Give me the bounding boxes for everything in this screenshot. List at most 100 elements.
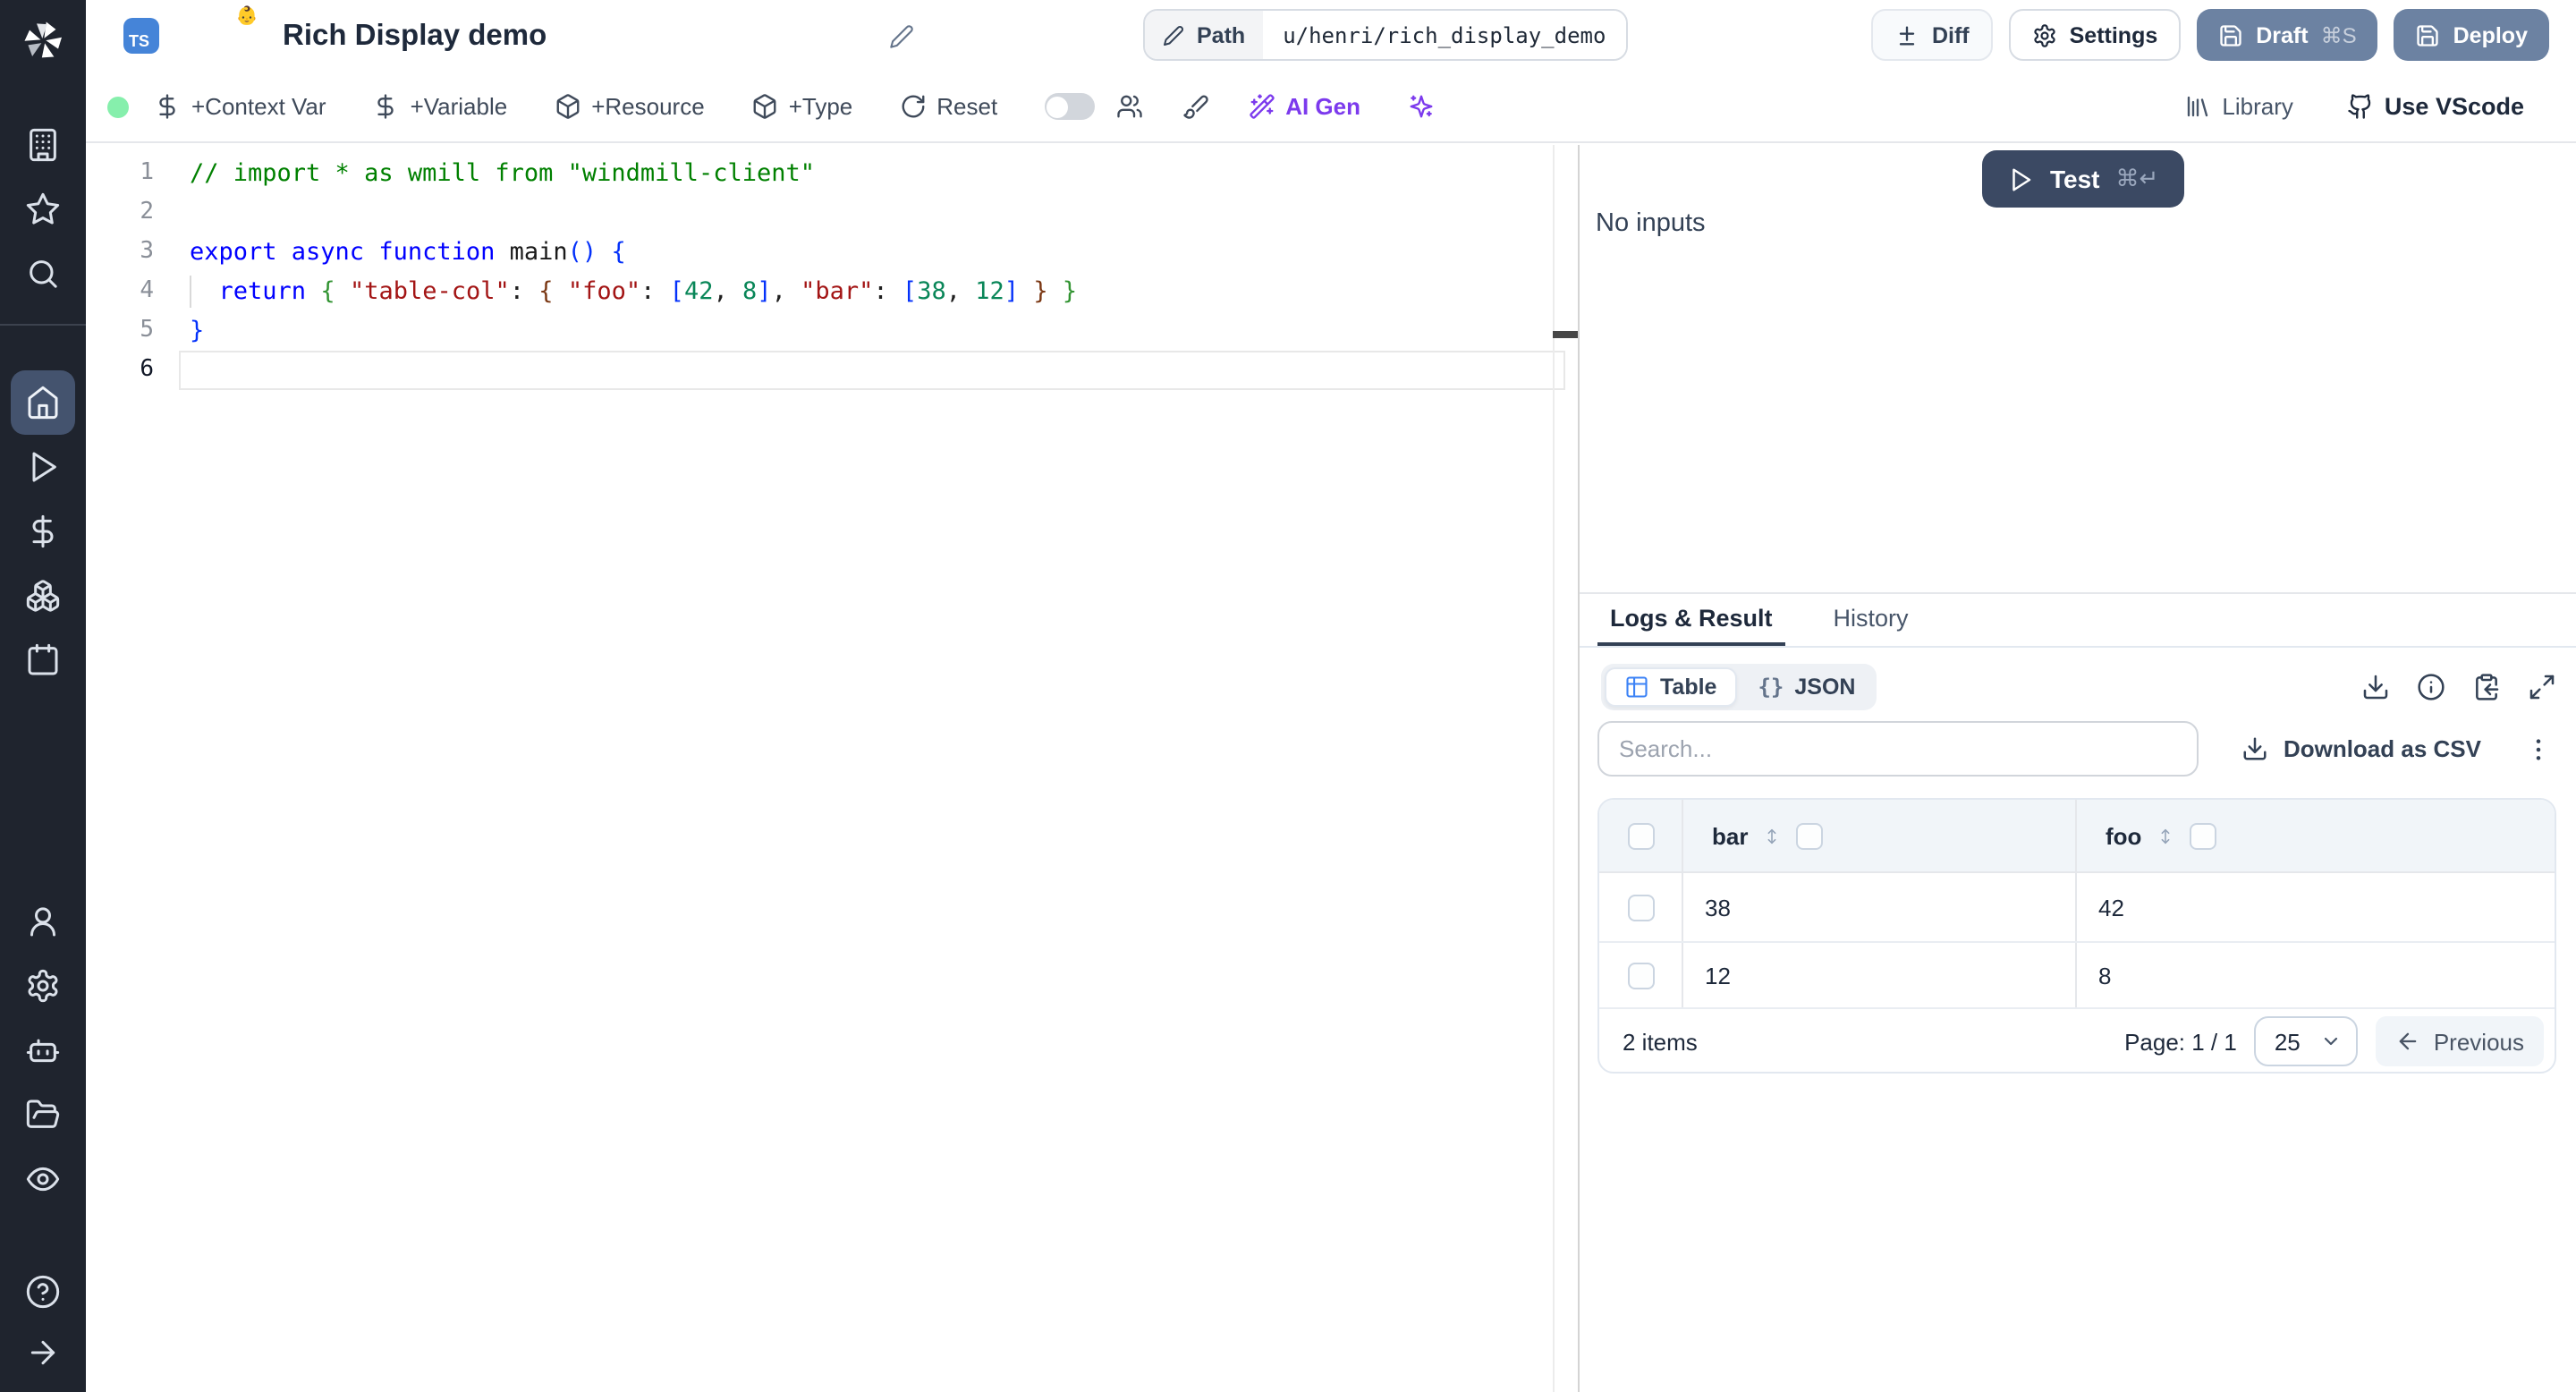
line-number: 5 (140, 317, 154, 344)
reset-label: Reset (936, 93, 998, 120)
ai-suggest-button[interactable] (1407, 93, 1434, 120)
column-toggle-checkbox[interactable] (1796, 822, 1824, 849)
table-body: 38 42 12 8 (1599, 873, 2555, 1009)
line-number: 2 (140, 199, 154, 225)
info-button[interactable] (2411, 667, 2451, 707)
code-line-1: // import * as wmill from "windmill-clie… (190, 159, 815, 188)
use-vscode-button[interactable]: Use VScode (2347, 93, 2524, 120)
user-icon (30, 907, 55, 937)
sidebar-item-arrow-right[interactable] (11, 1322, 75, 1383)
path-button[interactable]: Path u/henri/rich_display_demo (1143, 9, 1628, 61)
diff-button[interactable]: Diff (1870, 9, 1993, 61)
reset-button[interactable]: Reset (899, 93, 997, 120)
clipboard-copy-button[interactable] (2467, 667, 2506, 707)
search-input[interactable] (1597, 721, 2199, 777)
sidebar-item-dollar[interactable] (11, 499, 75, 564)
home-icon (28, 386, 58, 420)
sidebar-item-play[interactable] (11, 435, 75, 499)
edit-summary-button[interactable] (878, 13, 925, 59)
maximize-button[interactable] (2522, 667, 2562, 707)
sidebar-item-eye[interactable] (11, 1147, 75, 1211)
library-icon (2188, 96, 2208, 117)
table-row[interactable]: 38 42 (1599, 873, 2555, 943)
library-button[interactable]: Library (2184, 93, 2293, 120)
column-toggle-checkbox[interactable] (2190, 822, 2217, 849)
cell-bar: 38 (1682, 873, 2075, 941)
sidebar-item-folder-open[interactable] (11, 1082, 75, 1147)
ai-gen-button[interactable]: AI Gen (1248, 93, 1360, 120)
play-icon (32, 452, 56, 482)
run-result-panel: Test ⌘↵ No inputs Logs & Result History T… (1580, 145, 2576, 1392)
multiplayer-button[interactable] (1115, 93, 1142, 120)
view-label: JSON (1794, 675, 1856, 700)
deploy-button[interactable]: Deploy (2394, 9, 2549, 61)
select-all-checkbox[interactable] (1627, 822, 1654, 849)
view-table-button[interactable]: Table (1605, 667, 1737, 707)
sidebar-item-calendar[interactable] (11, 628, 75, 692)
windmill-logo[interactable] (18, 16, 68, 66)
row-checkbox[interactable] (1627, 894, 1654, 921)
line-number: 4 (140, 277, 154, 304)
building-icon (30, 128, 56, 162)
sort-icon[interactable] (1762, 822, 1782, 849)
sidebar-item-settings[interactable] (11, 954, 75, 1018)
add-context-var-button[interactable]: +Context Var (154, 93, 326, 120)
maximize-icon (2529, 675, 2555, 700)
sidebar-item-search[interactable] (11, 242, 75, 306)
toggle-knob (1046, 96, 1069, 117)
column-header-foo[interactable]: foo (2075, 800, 2555, 871)
test-shortcut: ⌘↵ (2115, 165, 2159, 191)
code-editor[interactable]: 1 2 3 4 5 6 // import * as wmill from "windmi… (86, 145, 1578, 1392)
sidebar-item-user[interactable] (11, 889, 75, 954)
add-resource-button[interactable]: +Resource (554, 93, 705, 120)
items-count: 2 items (1623, 1028, 1698, 1055)
table-header: bar foo (1599, 800, 2555, 873)
sidebar-item-star[interactable] (11, 177, 75, 242)
settings-icon (28, 969, 58, 1003)
braces-icon: {} (1758, 675, 1784, 700)
windmill-logo-icon (24, 21, 62, 58)
result-view-row: Table {} JSON (1601, 664, 2562, 710)
sidebar-group-admin (0, 889, 86, 1211)
result-actions (2356, 667, 2562, 707)
add-variable-button[interactable]: +Variable (373, 93, 507, 120)
sidebar-item-home[interactable] (11, 370, 75, 435)
row-checkbox[interactable] (1627, 962, 1654, 989)
add-context-var-label: +Context Var (191, 93, 326, 120)
download-button[interactable] (2356, 667, 2395, 707)
column-label: foo (2106, 822, 2142, 849)
add-type-button[interactable]: +Type (751, 93, 852, 120)
paintbrush-icon (1182, 95, 1208, 119)
indent-guide (189, 276, 191, 308)
sort-icon[interactable] (2156, 822, 2175, 849)
header: TS 👶 Rich Display demo Path u/henri/rich… (86, 0, 2576, 72)
panel-resize-handle[interactable] (1577, 145, 1580, 1392)
tab-logs-result[interactable]: Logs & Result (1597, 592, 1785, 646)
editor-code: // import * as wmill from "windmill-clie… (179, 154, 1565, 390)
page-size-select[interactable]: 25 (2254, 1016, 2359, 1066)
sidebar-item-robot[interactable] (11, 1018, 75, 1082)
view-label: Table (1660, 675, 1717, 700)
previous-page-button[interactable]: Previous (2376, 1016, 2544, 1066)
arrow-left-icon (2400, 1032, 2418, 1050)
info-icon (2418, 674, 2445, 700)
column-header-bar[interactable]: bar (1682, 800, 2075, 871)
settings-label: Settings (2069, 22, 2158, 47)
line-number: 3 (140, 238, 154, 265)
test-button[interactable]: Test ⌘↵ (1982, 150, 2184, 208)
diff-mode-toggle[interactable] (1044, 93, 1095, 120)
table-menu-button[interactable] (2521, 729, 2556, 768)
view-json-button[interactable]: {} JSON (1740, 669, 1873, 705)
sidebar-item-building[interactable] (11, 113, 75, 177)
settings-button[interactable]: Settings (2008, 9, 2182, 61)
table-row[interactable]: 12 8 (1599, 943, 2555, 1009)
draft-button[interactable]: Draft ⌘S (2197, 9, 2378, 61)
sidebar-item-boxes[interactable] (11, 564, 75, 628)
sidebar-item-help[interactable] (11, 1261, 75, 1322)
script-path: u/henri/rich_display_demo (1263, 11, 1626, 59)
tab-history[interactable]: History (1821, 592, 1921, 646)
ai-gen-label: AI Gen (1285, 93, 1360, 120)
download-csv-button[interactable]: Download as CSV (2232, 734, 2492, 764)
format-button[interactable] (1182, 93, 1208, 120)
sidebar (0, 0, 86, 1392)
